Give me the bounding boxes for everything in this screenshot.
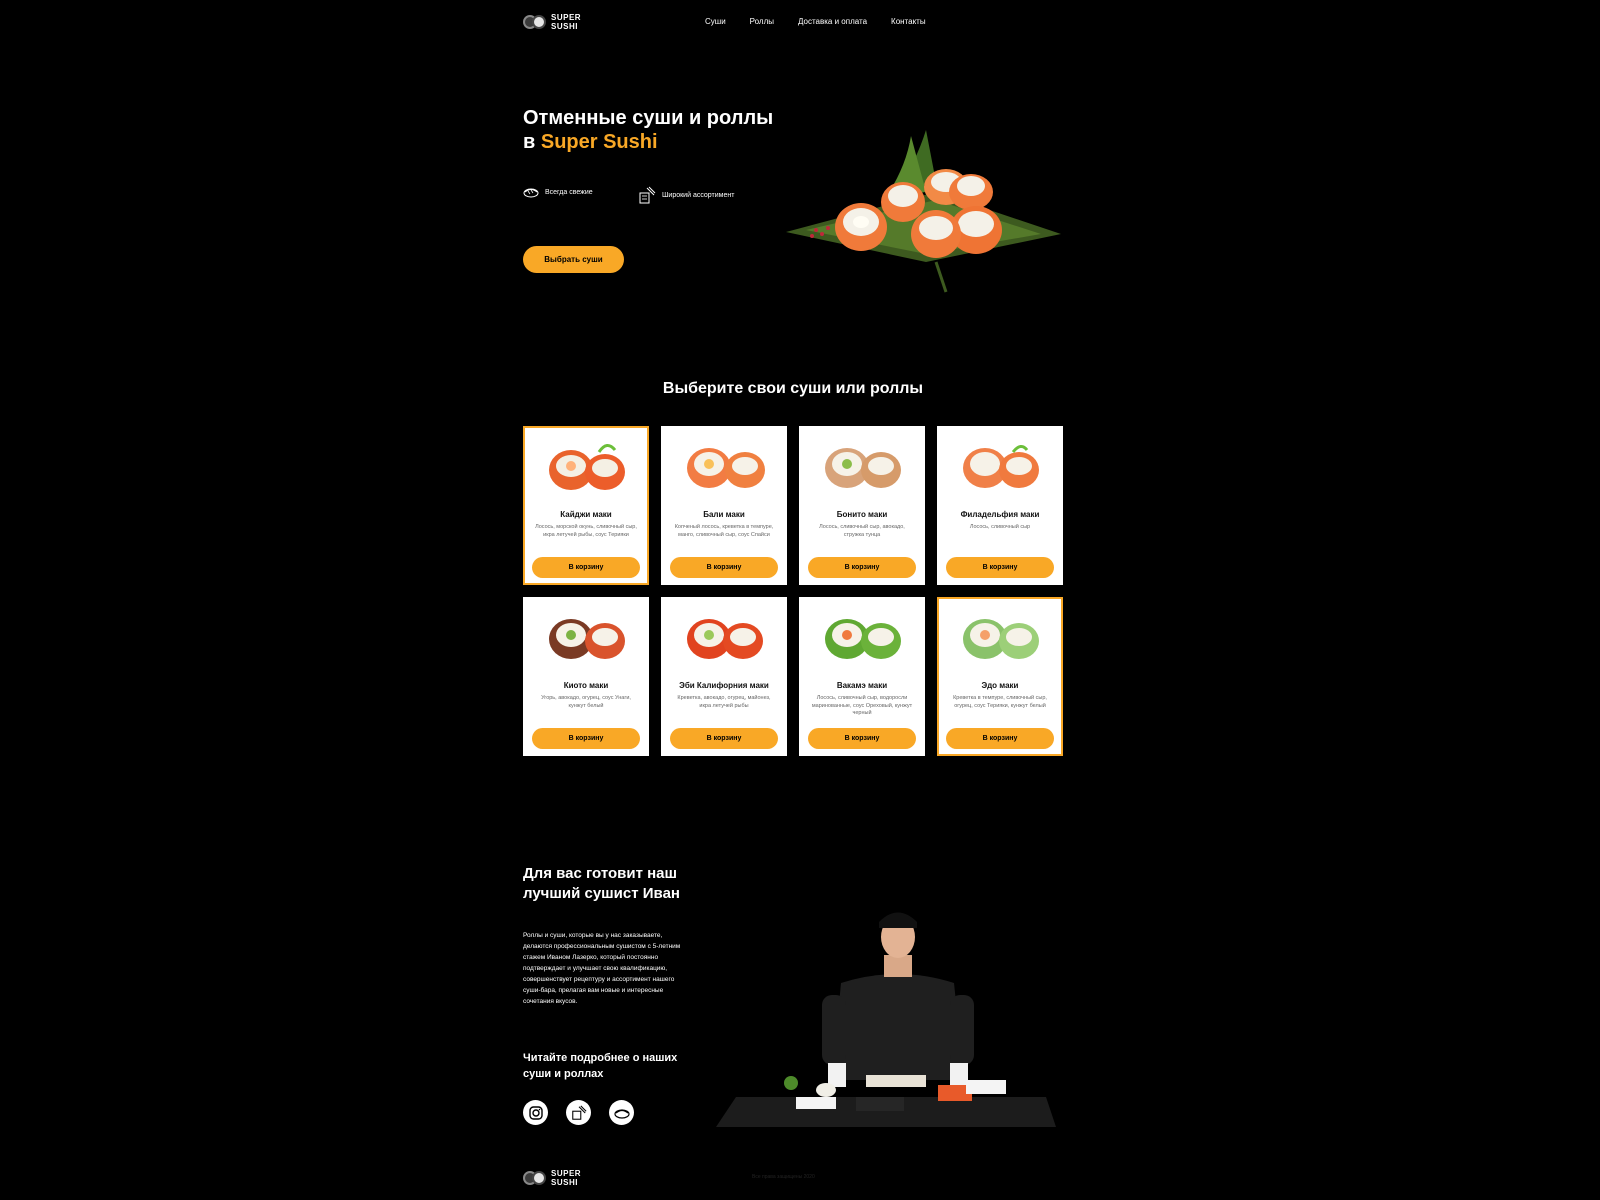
sushi-logo-icon bbox=[523, 1168, 547, 1188]
feature-assortment: Широкий ассортимент bbox=[638, 186, 734, 204]
chopsticks-link[interactable] bbox=[566, 1100, 591, 1125]
chef-section-title: Для вас готовит наш лучший сушист Иван bbox=[523, 865, 680, 902]
menu-card-name: Бали маки bbox=[703, 510, 745, 519]
chef-photo bbox=[716, 912, 1056, 1127]
menu-section-title: Выберите свои суши или роллы bbox=[662, 380, 924, 397]
add-to-cart-button[interactable]: В корзину bbox=[946, 728, 1054, 749]
site-header: SUPER SUSHI Суши Роллы Доставка и оплата… bbox=[523, 12, 1063, 36]
hero-title-accent: Super Sushi bbox=[540, 131, 658, 153]
ebi-california-roll-image bbox=[687, 619, 763, 659]
footer-logo-text: SUPER SUSHI bbox=[551, 1169, 582, 1187]
menu-card-desc: Креветка, авокадо, огурец, майонез, икра… bbox=[677, 695, 771, 709]
hero-sushi-image bbox=[786, 130, 1061, 293]
read-more-title: Читайте подробнее о наших суши и роллах bbox=[523, 1052, 678, 1080]
chopsticks-icon bbox=[639, 186, 656, 204]
hero-title: Отменные суши и роллы в Super Sushi bbox=[523, 107, 774, 153]
feature-assortment-label: Широкий ассортимент bbox=[662, 191, 735, 199]
logo-text: SUPER SUSHI bbox=[551, 13, 582, 31]
instagram-link[interactable] bbox=[523, 1100, 548, 1125]
nav-item-contacts[interactable]: Контакты bbox=[891, 17, 926, 26]
menu-card-desc: Лосось, сливочный сыр, водоросли маринов… bbox=[811, 695, 913, 716]
menu-card-desc: Копченый лосось, креветка в темпуре, ман… bbox=[674, 524, 774, 538]
menu-card-desc: Угорь, авокадо, огурец, соус Унаги, кунж… bbox=[541, 695, 631, 709]
menu-grid: Кайджи маки Лосось, морской окунь, сливо… bbox=[523, 426, 1063, 756]
menu-card-desc: Лосось, морской окунь, сливочный сыр, ик… bbox=[535, 524, 637, 538]
add-to-cart-button[interactable]: В корзину bbox=[808, 728, 916, 749]
feature-fresh: Всегда свежие bbox=[523, 186, 593, 198]
add-to-cart-button[interactable]: В корзину bbox=[532, 728, 640, 749]
menu-card-desc: Лосось, сливочный сыр, авокадо, стружка … bbox=[819, 524, 905, 538]
menu-card-name: Бонито маки bbox=[836, 510, 888, 519]
feature-fresh-label: Всегда свежие bbox=[545, 188, 593, 196]
add-to-cart-button[interactable]: В корзину bbox=[532, 557, 640, 578]
logo[interactable]: SUPER SUSHI bbox=[523, 12, 581, 32]
menu-card-philadelphia[interactable]: Филадельфия маки Лосось, сливочный сыр В… bbox=[937, 426, 1063, 585]
add-to-cart-button[interactable]: В корзину bbox=[808, 557, 916, 578]
philadelphia-roll-image bbox=[963, 445, 1039, 488]
add-to-cart-button[interactable]: В корзину bbox=[670, 557, 778, 578]
menu-card-edo[interactable]: Эдо маки Креветка в темпуре, сливочный с… bbox=[937, 597, 1063, 756]
edo-roll-image bbox=[963, 619, 1039, 659]
kyoto-roll-image bbox=[549, 619, 625, 659]
sushi-link[interactable] bbox=[609, 1100, 634, 1125]
menu-card-name: Филадельфия маки bbox=[960, 510, 1040, 519]
add-to-cart-button[interactable]: В корзину bbox=[946, 557, 1054, 578]
menu-card-bali[interactable]: Бали маки Копченый лосось, креветка в те… bbox=[661, 426, 787, 585]
menu-card-kyoto[interactable]: Киото маки Угорь, авокадо, огурец, соус … bbox=[523, 597, 649, 756]
choose-sushi-button[interactable]: Выбрать суши bbox=[523, 246, 624, 273]
nav-item-rolls[interactable]: Роллы bbox=[750, 17, 774, 26]
kaiji-roll-image bbox=[549, 444, 625, 490]
menu-card-name: Киото маки bbox=[563, 681, 609, 690]
bonito-roll-image bbox=[825, 448, 901, 488]
chef-description: Роллы и суши, которые вы у нас заказывае… bbox=[523, 932, 681, 1005]
menu-card-name: Эби Калифорния маки bbox=[679, 681, 769, 690]
sushi-icon bbox=[613, 1108, 630, 1119]
menu-card-desc: Лосось, сливочный сыр bbox=[969, 524, 1031, 530]
main-nav: Суши Роллы Доставка и оплата Контакты bbox=[705, 17, 926, 26]
menu-card-name: Кайджи маки bbox=[560, 510, 612, 519]
nav-item-delivery[interactable]: Доставка и оплата bbox=[798, 17, 867, 26]
copyright: Все права защищены 2020 bbox=[752, 1174, 815, 1180]
menu-card-ebi-california[interactable]: Эби Калифорния маки Креветка, авокадо, о… bbox=[661, 597, 787, 756]
bali-roll-image bbox=[687, 448, 765, 488]
menu-card-wakame[interactable]: Вакамэ маки Лосось, сливочный сыр, водор… bbox=[799, 597, 925, 756]
chopsticks-icon bbox=[571, 1105, 586, 1120]
add-to-cart-button[interactable]: В корзину bbox=[670, 728, 778, 749]
menu-card-desc: Креветка в темпуре, сливочный сыр, огуре… bbox=[953, 695, 1047, 709]
instagram-icon bbox=[528, 1105, 543, 1120]
menu-card-bonito[interactable]: Бонито маки Лосось, сливочный сыр, авока… bbox=[799, 426, 925, 585]
footer-logo[interactable]: SUPER SUSHI bbox=[523, 1168, 581, 1188]
menu-card-name: Вакамэ маки bbox=[836, 681, 888, 690]
nav-item-sushi[interactable]: Суши bbox=[705, 17, 726, 26]
wakame-roll-image bbox=[825, 619, 901, 659]
sushi-logo-icon bbox=[523, 12, 547, 32]
sushi-icon bbox=[523, 188, 539, 198]
menu-card-kaiji[interactable]: Кайджи маки Лосось, морской окунь, сливо… bbox=[523, 426, 649, 585]
menu-card-name: Эдо маки bbox=[981, 681, 1019, 690]
